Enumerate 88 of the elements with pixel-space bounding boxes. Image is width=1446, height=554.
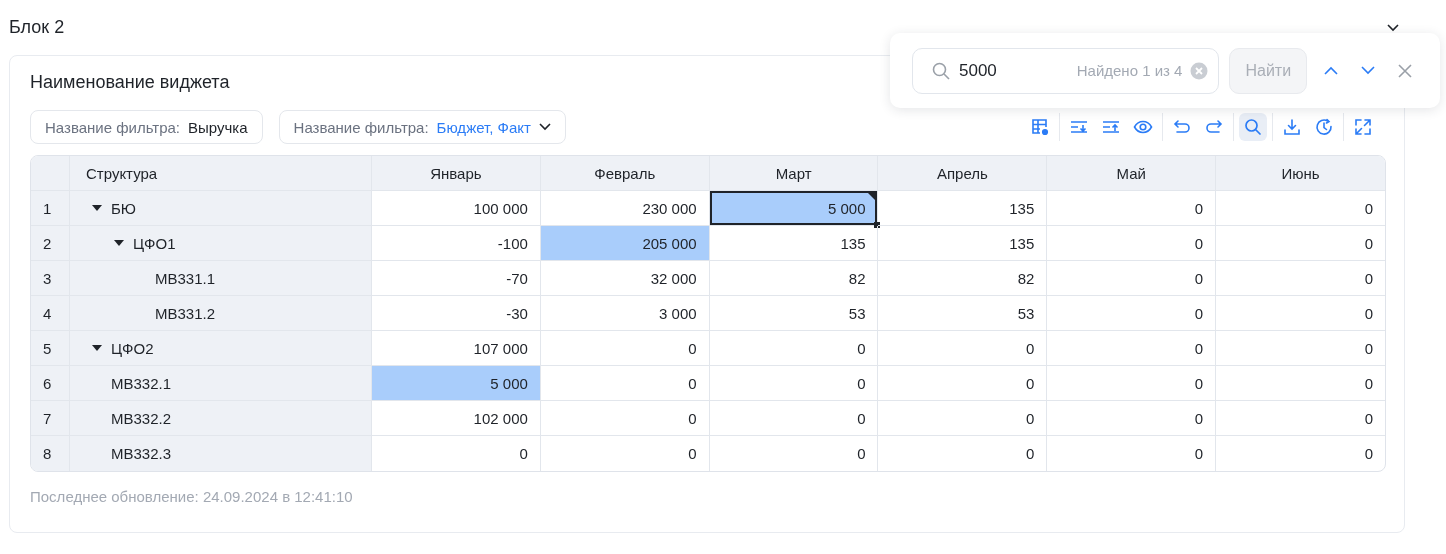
column-header: Февраль <box>540 156 710 191</box>
table-cell: 135 <box>878 226 1048 261</box>
table-cell: 0 <box>372 436 541 471</box>
table-settings-icon <box>1030 117 1050 137</box>
search-icon <box>931 60 951 81</box>
table-cell: 0 <box>1216 191 1385 226</box>
table-cell: 0 <box>1216 226 1385 261</box>
chevron-down-icon <box>1360 66 1375 75</box>
clock-icon <box>1314 117 1334 137</box>
last-update-text: Последнее обновление: 24.09.2024 в 12:41:10 <box>30 488 354 505</box>
chevron-icon[interactable] <box>1387 23 1399 32</box>
tree-label: MB331.2 <box>155 304 216 322</box>
table-cell: 0 <box>540 366 710 401</box>
table-cell: 0 <box>1047 401 1217 436</box>
table-cell: 100 000 <box>372 191 541 226</box>
table-cell: 0 <box>1216 296 1385 331</box>
table-cell: 135 <box>709 226 879 261</box>
table-cell: 0 <box>1047 261 1217 296</box>
block-title: Блок 2 <box>9 17 65 38</box>
table-cell: 0 <box>709 436 879 471</box>
tree-label: ЦФО1 <box>133 234 176 252</box>
row-number: 1 <box>31 191 70 226</box>
table-cell: 0 <box>878 366 1048 401</box>
table-cell: 0 <box>878 331 1048 366</box>
table-cell: 102 000 <box>372 401 541 436</box>
table-cell: 0 <box>1047 331 1217 366</box>
table-cell: 82 <box>878 261 1048 296</box>
table-cell: 5 000 <box>372 366 541 401</box>
row-number: 6 <box>31 366 70 401</box>
table-cell: 0 <box>540 331 710 366</box>
toolbar-button[interactable] <box>1239 113 1267 141</box>
close-icon <box>1397 63 1412 78</box>
caret-icon[interactable] <box>92 344 102 352</box>
table-cell: 0 <box>1216 401 1385 436</box>
column-header: Март <box>709 156 879 191</box>
download-icon <box>1282 117 1302 137</box>
column-header: Апрель <box>878 156 1048 191</box>
table-cell: 53 <box>878 296 1048 331</box>
table-cell: 3 000 <box>540 296 710 331</box>
table-cell: 0 <box>1047 191 1217 226</box>
table-cell: 135 <box>878 191 1048 226</box>
table-cell: 0 <box>709 401 879 436</box>
tree-label: MB332.3 <box>111 445 172 462</box>
table-cell: 0 <box>540 436 710 471</box>
row-number: 2 <box>31 226 70 261</box>
chevron-up-icon <box>1323 66 1338 75</box>
row-number: 7 <box>31 401 70 436</box>
table-cell: 0 <box>1047 226 1217 261</box>
table-cell: 32 000 <box>540 261 710 296</box>
table-cell: -70 <box>372 261 541 296</box>
table-cell: 205 000 <box>540 226 710 261</box>
table-cell: 0 <box>709 331 879 366</box>
filter-dropdown[interactable]: Название фильтра: Выручка <box>30 110 263 144</box>
search-popup: 5000 Найдено 1 из 4 Найти <box>890 33 1440 108</box>
caret-icon[interactable] <box>92 204 102 212</box>
table-cell: 0 <box>1216 366 1385 401</box>
fullscreen-icon <box>1353 117 1373 137</box>
table-cell: 0 <box>1216 261 1385 296</box>
table-cell: 0 <box>1047 436 1217 471</box>
table-cell: 5 000 <box>709 191 879 226</box>
search-icon <box>1243 117 1263 137</box>
tree-label: ЦФО2 <box>111 339 154 357</box>
column-header: Июнь <box>1216 156 1385 191</box>
table-cell: 0 <box>1047 366 1217 401</box>
row-number: 3 <box>31 261 70 296</box>
table-cell: 0 <box>709 366 879 401</box>
table-cell: 53 <box>709 296 879 331</box>
row-number: 5 <box>31 331 70 366</box>
column-header: Май <box>1047 156 1217 191</box>
table-cell: -100 <box>372 226 541 261</box>
filter-dropdown[interactable]: Название фильтра: Бюджет, Факт <box>278 110 566 144</box>
table-cell: 0 <box>878 436 1048 471</box>
caret-icon[interactable] <box>114 239 124 247</box>
tree-label: MB332.2 <box>111 409 172 427</box>
column-header: Январь <box>372 156 541 191</box>
row-number: 8 <box>31 436 70 471</box>
tree-label: MB332.1 <box>111 374 172 392</box>
tree-label: MB331.1 <box>155 269 216 287</box>
table-cell: -30 <box>372 296 541 331</box>
table-cell: 0 <box>540 401 710 436</box>
tree-label: БЮ <box>111 199 136 217</box>
table-cell: 0 <box>878 401 1048 436</box>
table-cell: 0 <box>1216 331 1385 366</box>
column-header: Структура <box>70 156 372 191</box>
row-number: 4 <box>31 296 70 331</box>
table-cell-text: 0 <box>1363 444 1374 464</box>
table-cell: 0 <box>1047 296 1217 331</box>
table-cell: 82 <box>709 261 879 296</box>
